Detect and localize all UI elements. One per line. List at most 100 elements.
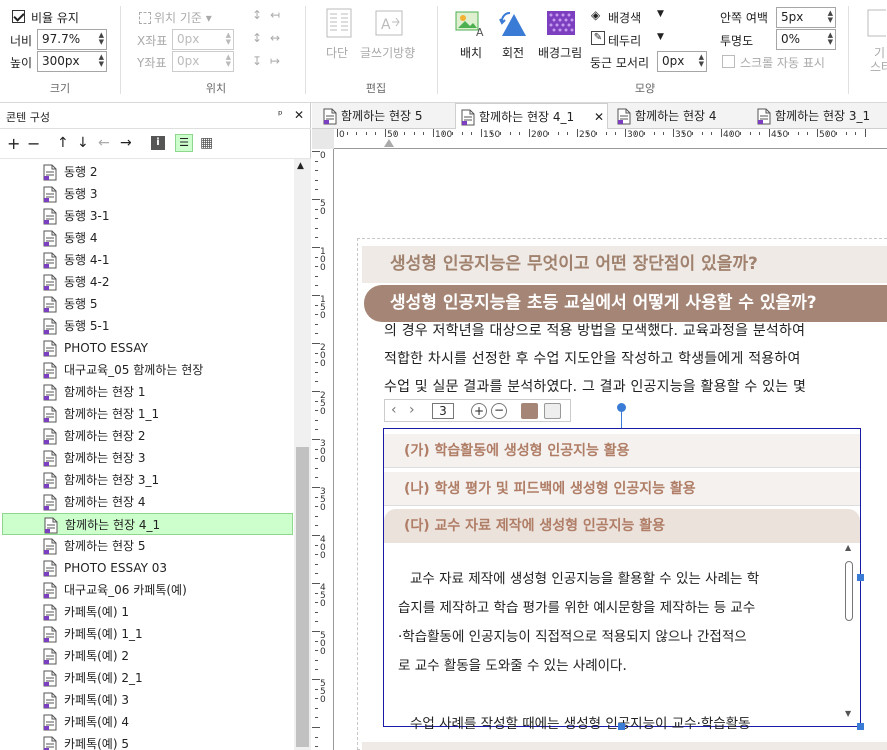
opacity-input[interactable]: 0% ▲ ▼ (776, 29, 836, 50)
align-center-icon[interactable]: ↔ (270, 31, 280, 45)
tab-3[interactable]: 함께하는 현장 4 (612, 103, 748, 129)
tree-item[interactable]: 함께하는 현장 1_1 (42, 403, 292, 425)
position-base-dropdown[interactable]: 위치 기준 ▾ (139, 9, 212, 26)
tree-item[interactable]: 동행 5-1 (42, 315, 292, 337)
text-direction-button[interactable]: A 글쓰기방향 (360, 8, 424, 68)
tree-item[interactable]: 함께하는 현장 3 (42, 447, 292, 469)
ruler-indent-marker-icon[interactable] (384, 139, 394, 147)
scrollbar-thumb[interactable] (296, 447, 309, 747)
resize-handle-corner[interactable] (857, 723, 864, 730)
tree-item[interactable]: 동행 2 (42, 161, 292, 183)
width-input[interactable]: 97.7% ▲ ▼ (37, 29, 107, 50)
keep-ratio-checkbox[interactable] (12, 10, 25, 23)
align-right-icon[interactable]: ↦ (270, 54, 280, 68)
rotate-button[interactable]: 회전 (496, 8, 536, 68)
tree-item[interactable]: 카페톡(예) 5 (42, 733, 292, 750)
remove-slide-icon[interactable]: − (491, 403, 507, 419)
accordion-item-a[interactable]: (가) 학습활동에 생성형 인공지능 활용 (384, 434, 860, 468)
align-left-icon[interactable]: ↤ (270, 8, 280, 22)
tree-item[interactable]: 카페톡(예) 1 (42, 601, 292, 623)
tree-item[interactable]: PHOTO ESSAY (42, 337, 292, 359)
y-input[interactable]: 0px ▲ ▼ (172, 51, 234, 72)
corner-radius-input[interactable]: 0px ▲ ▼ (657, 51, 707, 72)
align-bottom-icon[interactable]: ↧ (252, 54, 262, 68)
tab-label: 함께하는 현장 3_1 (775, 109, 871, 123)
ruler-tick (315, 371, 318, 373)
spinner-arrows-icon[interactable]: ▲ ▼ (226, 54, 231, 68)
align-middle-icon[interactable]: ↕ (252, 31, 262, 45)
tree-item[interactable]: 대구교육_06 카페톡(예) (42, 579, 292, 601)
move-right-icon[interactable]: → (120, 135, 132, 151)
tree-item[interactable]: 동행 3 (42, 183, 292, 205)
tab-2[interactable]: 함께하는 현장 4_1 ✕ (455, 103, 608, 130)
add-icon[interactable]: + (7, 134, 20, 153)
color-swatch-light[interactable] (544, 403, 561, 419)
tree-item[interactable]: 함께하는 현장 1 (42, 381, 292, 403)
height-input[interactable]: 300px ▲ ▼ (37, 51, 107, 72)
accordion-item-c[interactable]: (다) 교수 자료 제작에 생성형 인공지능 활용 (384, 509, 860, 543)
scroll-up-icon[interactable]: ▲ (845, 543, 851, 552)
spinner-arrows-icon[interactable]: ▲ ▼ (99, 54, 104, 68)
info-icon[interactable]: i (151, 136, 165, 150)
spinner-arrows-icon[interactable]: ▲ ▼ (828, 10, 833, 24)
tree-item[interactable]: 동행 4-1 (42, 249, 292, 271)
tree-item[interactable]: 함께하는 현장 5 (42, 535, 292, 557)
move-down-icon[interactable]: ↓ (77, 135, 89, 151)
accordion-item-b[interactable]: (나) 학생 평가 및 피드백에 생성형 인공지능 활용 (384, 472, 860, 506)
tree-item[interactable]: 카페톡(예) 3 (42, 689, 292, 711)
spinner-arrows-icon[interactable]: ▲ ▼ (828, 32, 833, 46)
scrollbar-thumb[interactable] (845, 561, 853, 621)
tree-item-selected[interactable]: 함께하는 현장 4_1 (2, 513, 293, 535)
close-icon[interactable]: ✕ (594, 104, 604, 130)
scroll-auto-checkbox[interactable] (722, 55, 735, 68)
arrange-button[interactable]: A 배치 (452, 8, 492, 68)
color-swatch-dark[interactable] (521, 403, 538, 419)
padding-input[interactable]: 5px ▲ ▼ (776, 7, 836, 28)
tree-item[interactable]: 동행 3-1 (42, 205, 292, 227)
ruler-tick (315, 429, 318, 431)
tree-scrollbar[interactable]: ▲ (294, 159, 311, 750)
rotation-handle[interactable] (617, 403, 626, 412)
style-button-partial[interactable]: 기 스타 (860, 8, 887, 74)
bg-color-dropdown[interactable]: ◈ 배경색 ▼ (591, 8, 666, 28)
tree-item[interactable]: 카페톡(예) 1_1 (42, 623, 292, 645)
resize-handle-bottom[interactable] (618, 723, 625, 730)
close-icon[interactable]: ✕ (294, 108, 304, 122)
next-icon[interactable]: › (409, 402, 415, 418)
remove-icon[interactable]: − (27, 134, 40, 153)
align-top-icon[interactable]: ↕ (252, 8, 262, 22)
tree-item[interactable]: 동행 4-2 (42, 271, 292, 293)
tree-item[interactable]: 동행 5 (42, 293, 292, 315)
tree-item[interactable]: 대구교육_05 함께하는 현장 (42, 359, 292, 381)
content-scrollbar[interactable]: ▲ ▼ (843, 543, 856, 725)
grid-view-icon[interactable]: ▦ (200, 135, 213, 151)
x-input[interactable]: 0px ▲ ▼ (172, 29, 234, 50)
prev-icon[interactable]: ‹ (391, 402, 397, 418)
tree-item[interactable]: 함께하는 현장 2 (42, 425, 292, 447)
resize-handle-right[interactable] (857, 574, 864, 581)
tree-item[interactable]: 함께하는 현장 3_1 (42, 469, 292, 491)
tab-4[interactable]: 함께하는 현장 3_1 (752, 103, 887, 129)
scroll-down-icon[interactable]: ▼ (845, 709, 851, 718)
spinner-arrows-icon[interactable]: ▲ ▼ (226, 32, 231, 46)
scroll-up-icon[interactable]: ▲ (297, 161, 304, 171)
list-view-icon[interactable]: ☰ (175, 134, 193, 152)
tree-item[interactable]: 카페톡(예) 2_1 (42, 667, 292, 689)
move-left-icon[interactable]: ← (98, 135, 110, 151)
tree-item[interactable]: 동행 4 (42, 227, 292, 249)
add-slide-icon[interactable]: + (471, 403, 487, 419)
columns-button[interactable]: 다단 (322, 8, 356, 68)
move-up-icon[interactable]: ↑ (57, 135, 69, 151)
y-value: 0px (177, 54, 200, 68)
bg-image-button[interactable]: 배경그림 (538, 8, 588, 68)
tab-1[interactable]: 함께하는 현장 5 (318, 103, 453, 129)
tree-item[interactable]: 함께하는 현장 4 (42, 491, 292, 513)
tree-item[interactable]: PHOTO ESSAY 03 (42, 557, 292, 579)
spinner-arrows-icon[interactable]: ▲ ▼ (699, 54, 704, 68)
pin-icon[interactable]: ᵖ (278, 108, 283, 121)
tree-item[interactable]: 카페톡(예) 2 (42, 645, 292, 667)
spinner-arrows-icon[interactable]: ▲ ▼ (99, 32, 104, 46)
tree-item[interactable]: 카페톡(예) 4 (42, 711, 292, 733)
border-dropdown[interactable]: ✎ 테두리 ▼ (591, 31, 666, 51)
page-number-field[interactable]: 3 (432, 403, 454, 419)
